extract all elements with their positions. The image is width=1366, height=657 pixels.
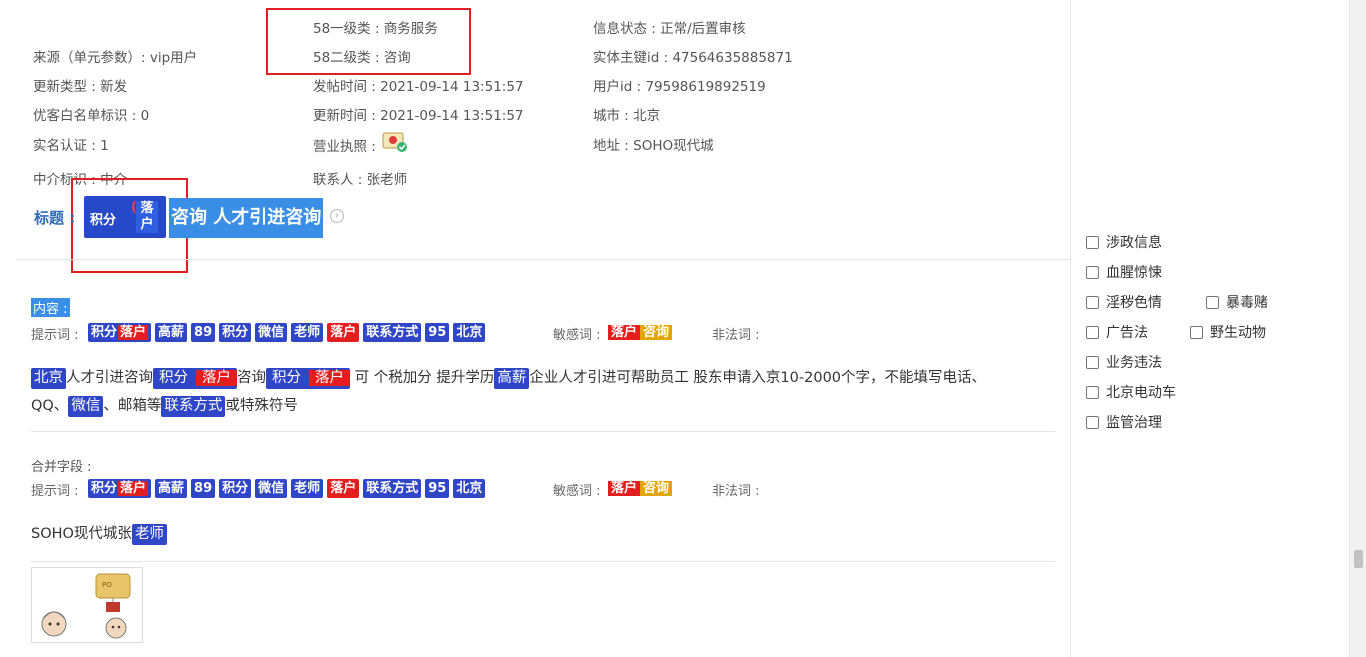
scrollbar-thumb[interactable]	[1354, 550, 1363, 568]
checkbox-advertising-law[interactable]: 广告法	[1086, 322, 1148, 342]
hint-tag: 高薪	[155, 323, 188, 342]
sensitive-words-label: 敏感词 :	[553, 328, 601, 343]
merge-illegal-words-label: 非法词 :	[712, 484, 760, 499]
hint-tag: 微信	[255, 323, 288, 342]
merge-hint-words-label: 提示词 :	[31, 484, 79, 499]
checkbox[interactable]	[1086, 385, 1099, 399]
hint-tag: 89	[191, 323, 216, 342]
merge-sensitive-words-label: 敏感词 :	[553, 484, 601, 499]
checkbox[interactable]	[1086, 295, 1099, 309]
merge-sensitive-tag: 落户 咨询	[608, 479, 673, 502]
hint-tag: 联系方式	[363, 323, 422, 342]
illegal-words-label: 非法词 :	[712, 328, 760, 343]
hint-tag: 老师	[291, 479, 324, 498]
post-time: 发帖时间 : 2021-09-14 13:51:57	[313, 79, 524, 95]
address: 地址 : SOHO现代城	[593, 138, 714, 154]
hint-tag: 落户	[327, 479, 360, 498]
hint-tag: 微信	[255, 479, 288, 498]
source: 来源（单元参数）: vip用户	[33, 50, 198, 66]
contact-person: 联系人 : 张老师	[313, 172, 408, 188]
checkbox-business-violation[interactable]: 业务违法	[1086, 352, 1162, 372]
merge-section-label: 合并字段 :	[31, 460, 92, 475]
update-type: 更新类型 : 新发	[33, 79, 128, 95]
checkbox-political[interactable]: 涉政信息	[1086, 232, 1162, 252]
divider	[31, 561, 1055, 562]
category-highlight-box	[266, 8, 471, 75]
hint-tag: 老师	[291, 323, 324, 342]
hint-tag: 高薪	[155, 479, 188, 498]
hint-tag: 北京	[453, 323, 486, 342]
hint-tag: 积分	[219, 323, 252, 342]
hint-tag: 95	[425, 323, 450, 342]
checkbox[interactable]	[1190, 325, 1203, 339]
checkbox[interactable]	[1086, 415, 1099, 429]
whitelist-flag: 优客白名单标识 : 0	[33, 108, 150, 124]
content-body: 北京 人才引进咨询 积分 落户 咨询 积分 落户 可 个税加分 提升学历 高薪 企业人才引进可帮…	[31, 364, 1061, 420]
business-license-label: 营业执照 :	[313, 139, 376, 155]
checkbox-violence-drugs-gambling[interactable]: 暴毒赌	[1206, 292, 1268, 312]
merge-hint-tags: 积分 落户 高薪 89 积分 微信 老师 落户 联系方式 95 北京	[88, 479, 486, 498]
realname-auth: 实名认证 : 1	[33, 138, 109, 154]
hint-tag: 积分 落户	[88, 479, 152, 498]
title-tag-jifen: 积分	[90, 213, 117, 228]
hint-tag: 积分	[219, 479, 252, 498]
hint-tag: 积分 落户	[88, 323, 152, 342]
checkbox-regulatory[interactable]: 监管治理	[1086, 412, 1162, 432]
risk-category-sidebar: 涉政信息 血腥惊悚 淫秽色情 暴毒赌 广告法 野生动物 业务违法 北京电动车 监…	[1070, 0, 1335, 657]
hint-tag: 落户	[327, 323, 360, 342]
user-id: 用户id : 79598619892519	[593, 79, 766, 95]
checkbox[interactable]	[1086, 265, 1099, 279]
business-license-icon[interactable]	[382, 131, 408, 153]
title-label: 标题 :	[34, 209, 76, 227]
chevron-right-circle-icon[interactable]: ›	[330, 209, 344, 223]
divider	[16, 259, 1070, 260]
checkbox[interactable]	[1086, 355, 1099, 369]
merge-body: SOHO现代城张 老师	[31, 520, 1061, 548]
checkbox[interactable]	[1086, 325, 1099, 339]
update-time: 更新时间 : 2021-09-14 13:51:57	[313, 108, 524, 124]
hint-words-label: 提示词 :	[31, 328, 79, 343]
review-panel: 58一级类 : 商务服务 信息状态 : 正常/后置审核 来源（单元参数）: vi…	[16, 0, 1070, 657]
svg-text:PO: PO	[102, 581, 112, 589]
hint-tags: 积分 落户 高薪 89 积分 微信 老师 落户 联系方式 95 北京	[88, 323, 486, 342]
info-status: 信息状态 : 正常/后置审核	[593, 21, 746, 37]
title-text: 咨询 人才引进咨询	[169, 198, 324, 238]
hint-tag: 北京	[453, 479, 486, 498]
checkbox-beijing-ebike[interactable]: 北京电动车	[1086, 382, 1176, 402]
entity-key: 实体主键id : 47564635885871	[593, 50, 793, 66]
vertical-scrollbar[interactable]	[1349, 0, 1366, 657]
checkbox-porn[interactable]: 淫秽色情	[1086, 292, 1162, 312]
hint-tag: 联系方式	[363, 479, 422, 498]
city: 城市 : 北京	[593, 108, 661, 124]
checkbox[interactable]	[1206, 295, 1219, 309]
checkbox[interactable]	[1086, 235, 1099, 249]
checkbox-gore[interactable]: 血腥惊悚	[1086, 262, 1162, 282]
title-tag-luohu: 落户	[136, 201, 158, 233]
divider	[31, 431, 1055, 432]
hint-tag: 95	[425, 479, 450, 498]
title-tag-block: 积分 ( 落户	[84, 196, 166, 238]
checkbox-wild-animals[interactable]: 野生动物	[1190, 322, 1266, 342]
sensitive-tag: 落户 咨询	[608, 323, 673, 346]
hint-tag: 89	[191, 479, 216, 498]
post-image-thumbnail[interactable]: PO	[31, 567, 143, 643]
content-section-label: 内容 :	[31, 298, 70, 317]
